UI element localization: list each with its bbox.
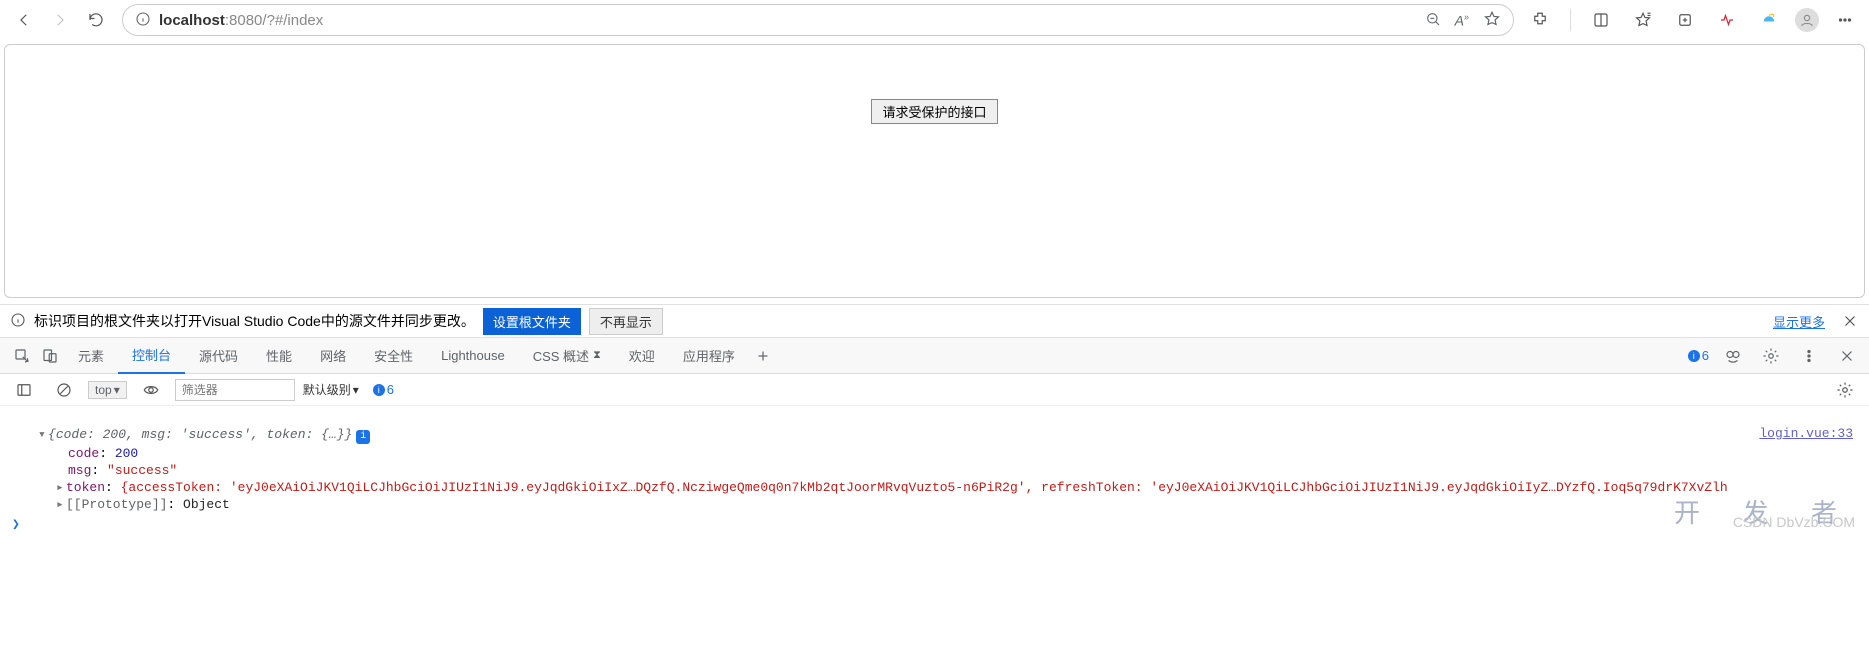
log-prop-prototype[interactable]: ▸[[Prototype]]: Object bbox=[10, 496, 1859, 513]
tab-lighthouse[interactable]: Lighthouse bbox=[427, 338, 519, 374]
devtools-ai-icon[interactable] bbox=[1719, 340, 1747, 372]
devtools-close-icon[interactable] bbox=[1833, 340, 1861, 372]
source-link[interactable]: login.vue:33 bbox=[1759, 426, 1853, 441]
read-aloud-icon[interactable]: A» bbox=[1455, 12, 1469, 29]
inspect-element-icon[interactable] bbox=[8, 340, 36, 372]
show-more-link[interactable]: 显示更多 bbox=[1773, 312, 1825, 331]
log-level-selector[interactable]: 默认级别 ▾ bbox=[303, 381, 359, 398]
chevron-down-icon: ▾ bbox=[353, 383, 359, 397]
banner-text: 标识项目的根文件夹以打开Visual Studio Code中的源文件并同步更改… bbox=[34, 311, 475, 331]
collections-icon[interactable] bbox=[1669, 4, 1701, 36]
request-protected-api-button[interactable]: 请求受保护的接口 bbox=[871, 99, 997, 124]
log-prop-msg: msg: "success" bbox=[10, 462, 1859, 479]
tab-elements[interactable]: 元素 bbox=[64, 338, 118, 374]
tab-network[interactable]: 网络 bbox=[306, 338, 360, 374]
log-prop-token[interactable]: ▸token: {accessToken: 'eyJ0eXAiOiJKV1QiL… bbox=[10, 479, 1859, 496]
console-toolbar: top ▾ 默认级别 ▾ i6 bbox=[0, 374, 1869, 406]
close-icon[interactable] bbox=[1841, 312, 1859, 330]
profile-avatar[interactable] bbox=[1795, 8, 1819, 32]
devtools-menu-icon[interactable] bbox=[1795, 340, 1823, 372]
ie-mode-icon[interactable] bbox=[1753, 4, 1785, 36]
log-summary-row[interactable]: ▾{code: 200, msg: 'success', token: {…}}… bbox=[10, 426, 1859, 445]
live-expression-icon[interactable] bbox=[135, 374, 167, 406]
devtools-tabstrip: 元素 控制台 源代码 性能 网络 安全性 Lighthouse CSS 概述 ⧗… bbox=[0, 338, 1869, 374]
message-count[interactable]: i6 bbox=[373, 382, 394, 397]
chevron-down-icon: ▾ bbox=[114, 383, 120, 397]
page-viewport: 请求受保护的接口 bbox=[4, 44, 1865, 298]
log-prop-code: code: 200 bbox=[10, 445, 1859, 462]
info-icon bbox=[10, 312, 26, 331]
tab-application[interactable]: 应用程序 bbox=[669, 338, 749, 374]
extensions-icon[interactable] bbox=[1524, 4, 1556, 36]
tab-welcome[interactable]: 欢迎 bbox=[615, 338, 669, 374]
tab-performance[interactable]: 性能 bbox=[252, 338, 306, 374]
favorite-icon[interactable] bbox=[1483, 10, 1501, 31]
tab-css-overview[interactable]: CSS 概述 ⧗ bbox=[519, 338, 615, 374]
browser-toolbar: localhost:8080/?#/index A» bbox=[0, 0, 1869, 40]
refresh-button[interactable] bbox=[80, 4, 112, 36]
clear-console-icon[interactable] bbox=[48, 374, 80, 406]
set-root-folder-button[interactable]: 设置根文件夹 bbox=[483, 308, 581, 335]
settings-icon[interactable] bbox=[1757, 340, 1785, 372]
tab-security[interactable]: 安全性 bbox=[360, 338, 427, 374]
console-settings-icon[interactable] bbox=[1829, 374, 1861, 406]
add-tab-icon[interactable] bbox=[749, 340, 777, 372]
more-menu-icon[interactable] bbox=[1829, 4, 1861, 36]
favorites-bar-icon[interactable] bbox=[1627, 4, 1659, 36]
dont-show-again-button[interactable]: 不再显示 bbox=[589, 308, 663, 335]
console-prompt[interactable]: ❯ bbox=[10, 513, 1859, 532]
address-bar[interactable]: localhost:8080/?#/index A» bbox=[122, 4, 1514, 36]
tab-console[interactable]: 控制台 bbox=[118, 338, 185, 374]
url-text: localhost:8080/?#/index bbox=[159, 12, 323, 29]
split-screen-icon[interactable] bbox=[1585, 4, 1617, 36]
zoom-out-icon[interactable] bbox=[1425, 11, 1441, 30]
info-badge-icon: i bbox=[356, 430, 370, 444]
site-info-icon[interactable] bbox=[135, 11, 151, 30]
issues-count[interactable]: i6 bbox=[1688, 348, 1709, 363]
device-toggle-icon[interactable] bbox=[36, 340, 64, 372]
console-sidebar-toggle-icon[interactable] bbox=[8, 374, 40, 406]
back-button[interactable] bbox=[8, 4, 40, 36]
performance-icon[interactable] bbox=[1711, 4, 1743, 36]
filter-input[interactable] bbox=[175, 379, 295, 401]
context-selector[interactable]: top ▾ bbox=[88, 381, 127, 399]
devtools-info-banner: 标识项目的根文件夹以打开Visual Studio Code中的源文件并同步更改… bbox=[0, 304, 1869, 338]
forward-button bbox=[44, 4, 76, 36]
tab-sources[interactable]: 源代码 bbox=[185, 338, 252, 374]
console-output: login.vue:33 ▾{code: 200, msg: 'success'… bbox=[0, 406, 1869, 532]
